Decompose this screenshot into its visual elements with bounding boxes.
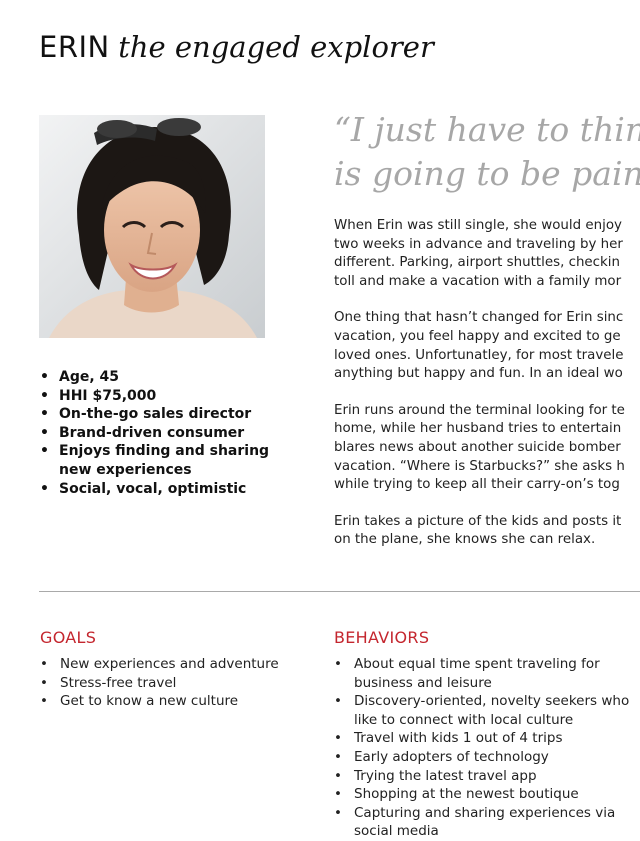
story-line: different. Parking, airport shuttles, ch…: [334, 255, 620, 271]
behavior-item: About equal time spent traveling for bus…: [334, 655, 640, 692]
trait-consumer-type: Brand-driven consumer: [40, 424, 280, 443]
story-paragraph: One thing that hasn’t changed for Erin s…: [334, 309, 640, 383]
persona-quote: “I just have to think is going to be pai…: [334, 108, 640, 196]
goal-item: New experiences and adventure: [40, 655, 310, 674]
story-line: toll and make a vacation with a family m…: [334, 273, 622, 289]
story-line: anything but happy and fun. In an ideal …: [334, 366, 623, 382]
persona-story: When Erin was still single, she would en…: [334, 217, 640, 568]
story-line: One thing that hasn’t changed for Erin s…: [334, 310, 624, 326]
persona-photo: [39, 115, 265, 338]
behaviors-heading: BEHAVIORS: [334, 628, 430, 647]
story-line: When Erin was still single, she would en…: [334, 218, 622, 233]
story-line: vacation. “Where is Starbucks?” she asks…: [334, 458, 625, 474]
trait-income: HHI $75,000: [40, 387, 280, 406]
behavior-item: Travel with kids 1 out of 4 trips: [334, 729, 640, 748]
persona-tagline: the engaged explorer: [118, 30, 434, 64]
story-line: loved ones. Unfortunatley, for most trav…: [334, 347, 624, 363]
persona-traits-list: Age, 45 HHI $75,000 On-the-go sales dire…: [40, 368, 280, 498]
behavior-item: Shopping at the newest boutique: [334, 785, 640, 804]
story-line: vacation, you feel happy and excited to …: [334, 328, 621, 344]
story-paragraph: Erin runs around the terminal looking fo…: [334, 402, 640, 495]
quote-line: is going to be painf: [334, 154, 640, 193]
section-divider: [39, 591, 640, 592]
page-title: ERIN the engaged explorer: [39, 30, 434, 64]
story-line: home, while her husband tries to enterta…: [334, 421, 622, 437]
story-line: Erin takes a picture of the kids and pos…: [334, 513, 622, 529]
trait-interests: Enjoys finding and sharing new experienc…: [40, 442, 280, 479]
persona-portrait-image: [39, 115, 265, 338]
story-line: blares news about another suicide bomber: [334, 439, 621, 455]
story-line: Erin runs around the terminal looking fo…: [334, 402, 625, 418]
story-line: on the plane, she knows she can relax.: [334, 532, 596, 548]
goals-list: New experiences and adventure Stress-fre…: [40, 655, 310, 711]
trait-personality: Social, vocal, optimistic: [40, 480, 280, 499]
story-paragraph: Erin takes a picture of the kids and pos…: [334, 513, 640, 550]
goal-item: Stress-free travel: [40, 674, 310, 693]
story-paragraph: When Erin was still single, she would en…: [334, 217, 640, 291]
story-line: while trying to keep all their carry-on’…: [334, 477, 620, 493]
behavior-item: Trying the latest travel app: [334, 767, 640, 786]
goal-item: Get to know a new culture: [40, 692, 310, 711]
trait-age: Age, 45: [40, 368, 280, 387]
behaviors-list: About equal time spent traveling for bus…: [334, 655, 640, 841]
quote-line: “I just have to think: [334, 110, 640, 149]
trait-occupation: On-the-go sales director: [40, 405, 280, 424]
behavior-item: Capturing and sharing experiences via so…: [334, 804, 640, 841]
persona-name: ERIN: [39, 30, 110, 64]
behavior-item: Early adopters of technology: [334, 748, 640, 767]
goals-heading: GOALS: [40, 628, 97, 647]
story-line: two weeks in advance and traveling by he…: [334, 236, 623, 252]
behavior-item: Discovery-oriented, novelty seekers who …: [334, 692, 640, 729]
